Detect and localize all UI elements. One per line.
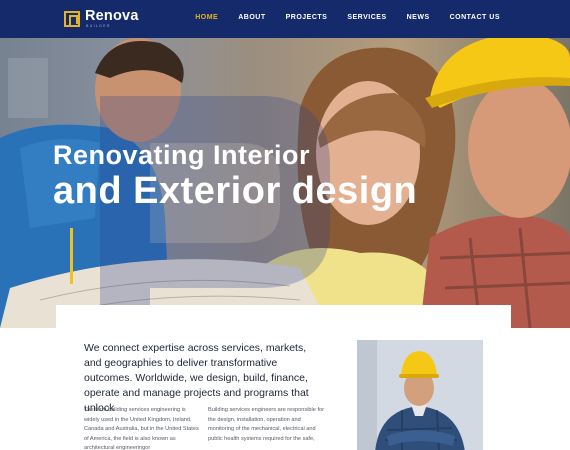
- hero-title: Renovating Interior and Exterior design: [53, 140, 418, 212]
- engineer-photo: [357, 340, 483, 450]
- logo-text: Renova BUILDER: [85, 9, 139, 28]
- intro-section: We connect expertise across services, ma…: [56, 305, 511, 450]
- hero-accent-bar: [70, 228, 73, 284]
- brand-name: Renova: [85, 8, 139, 24]
- logo-mark-icon: [64, 10, 80, 27]
- hero-title-line1: Renovating Interior: [53, 140, 311, 170]
- nav-news[interactable]: NEWS: [407, 14, 430, 21]
- nav-contact-us[interactable]: CONTACT US: [450, 14, 500, 21]
- engineer-image: [357, 340, 483, 450]
- nav-home[interactable]: HOME: [195, 14, 218, 21]
- nav-projects[interactable]: PROJECTS: [286, 14, 328, 21]
- site-header: Renova BUILDER HOME ABOUT PROJECTS SERVI…: [0, 0, 570, 38]
- intro-column-1: The term building services engineering i…: [84, 407, 199, 450]
- nav-services[interactable]: SERVICES: [347, 14, 386, 21]
- hero-banner: Renovating Interior and Exterior design: [0, 38, 570, 328]
- logo[interactable]: Renova BUILDER: [64, 9, 139, 28]
- intro-lead: We connect expertise across services, ma…: [84, 342, 309, 414]
- nav-about[interactable]: ABOUT: [238, 14, 265, 21]
- hero-title-line2: and Exterior design: [53, 170, 418, 212]
- main-nav: HOME ABOUT PROJECTS SERVICES NEWS CONTAC…: [195, 14, 500, 21]
- intro-column-2: Building services engineers are responsi…: [208, 407, 324, 442]
- brand-sub: BUILDER: [86, 23, 111, 28]
